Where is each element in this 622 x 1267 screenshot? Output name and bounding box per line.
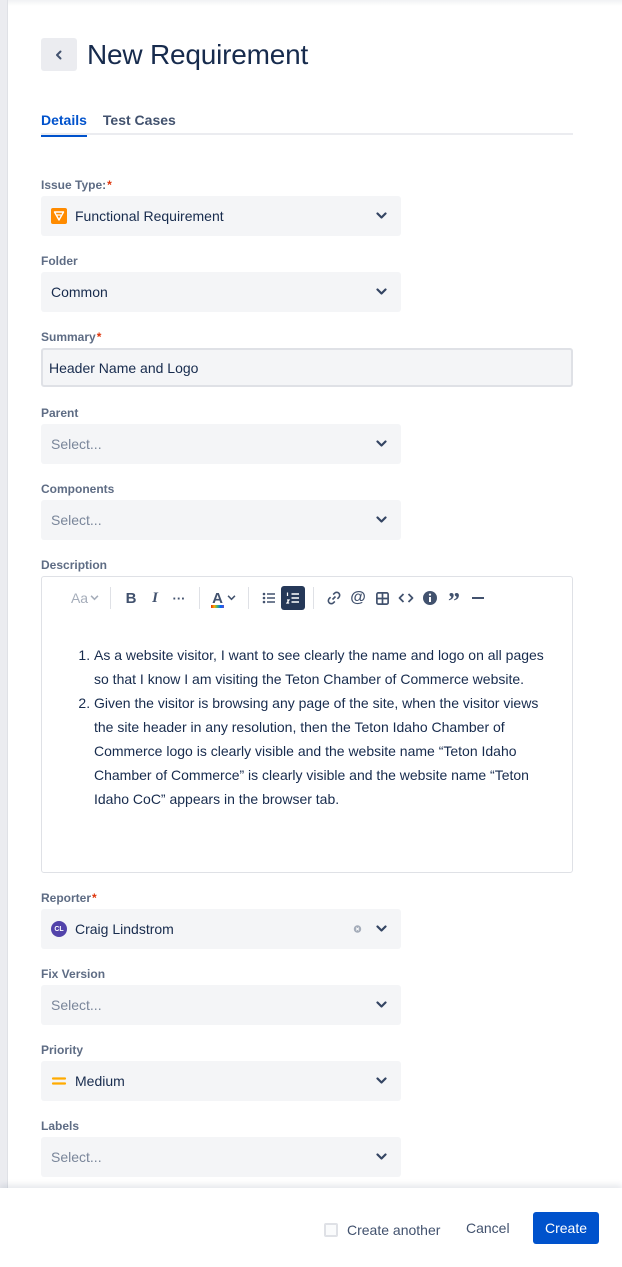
reporter-label: Reporter* [41, 891, 97, 905]
code-button[interactable] [394, 586, 418, 610]
labels-placeholder: Select... [51, 1149, 102, 1165]
chevron-down-icon [371, 510, 391, 530]
list-item: As a website visitor, I want to see clea… [94, 643, 548, 691]
toolbar-divider [248, 587, 249, 609]
folder-label: Folder [41, 254, 78, 268]
parent-select[interactable]: Select... [41, 424, 401, 464]
editor-toolbar: Aa B I ··· A @ ” [42, 577, 572, 619]
chevron-down-icon [90, 595, 99, 601]
priority-value: Medium [75, 1073, 125, 1089]
back-button[interactable] [41, 38, 77, 71]
chevron-left-icon [56, 50, 62, 59]
tab-details[interactable]: Details [41, 108, 87, 137]
at-sign-icon: @ [350, 589, 366, 606]
summary-input[interactable]: Header Name and Logo [41, 348, 573, 387]
dialog-footer: Create another Cancel Create [0, 1188, 622, 1267]
bold-button[interactable]: B [119, 586, 143, 610]
issue-type-value: Functional Requirement [75, 208, 224, 224]
toolbar-divider [110, 587, 111, 609]
chevron-down-icon [371, 1071, 391, 1091]
numbered-list: As a website visitor, I want to see clea… [60, 643, 548, 811]
horizontal-rule-icon [472, 597, 484, 599]
chevron-down-icon [371, 1147, 391, 1167]
toolbar-divider [199, 587, 200, 609]
table-icon [375, 591, 389, 605]
create-issue-form: New Requirement Details Test Cases Issue… [8, 0, 622, 1190]
link-button[interactable] [322, 586, 346, 610]
fix-version-select[interactable]: Select... [41, 985, 401, 1025]
tab-bar: Details Test Cases [41, 108, 573, 137]
numbered-list-icon [285, 592, 299, 604]
reporter-select[interactable]: CL Craig Lindstrom [41, 909, 401, 949]
code-icon [398, 593, 414, 603]
issue-type-select[interactable]: Functional Requirement [41, 196, 401, 236]
folder-value: Common [51, 284, 108, 300]
chevron-down-icon [371, 282, 391, 302]
required-mark: * [107, 178, 112, 192]
toolbar-divider [313, 587, 314, 609]
left-rail [0, 0, 8, 1190]
page-header: New Requirement [41, 38, 308, 71]
chevron-down-icon [371, 206, 391, 226]
text-color-button[interactable]: A [208, 586, 240, 610]
mention-button[interactable]: @ [346, 586, 370, 610]
components-select[interactable]: Select... [41, 500, 401, 540]
editor-content[interactable]: As a website visitor, I want to see clea… [42, 619, 572, 811]
link-icon [327, 591, 341, 605]
quote-icon: ” [448, 588, 460, 615]
text-style-button[interactable]: Aa [68, 586, 102, 610]
labels-label: Labels [41, 1119, 80, 1133]
quote-button[interactable]: ” [442, 586, 466, 615]
italic-button[interactable]: I [143, 586, 167, 610]
priority-label: Priority [41, 1043, 84, 1057]
create-another-label[interactable]: Create another [347, 1222, 440, 1238]
description-label: Description [41, 558, 108, 572]
numbered-list-button[interactable] [281, 586, 305, 610]
priority-medium-icon [51, 1073, 67, 1089]
create-button[interactable]: Create [533, 1212, 599, 1244]
table-button[interactable] [370, 586, 394, 610]
parent-placeholder: Select... [51, 436, 102, 452]
cancel-button[interactable]: Cancel [456, 1212, 520, 1244]
bullet-list-button[interactable] [257, 586, 281, 610]
clear-icon[interactable] [347, 919, 367, 939]
list-item: Given the visitor is browsing any page o… [94, 691, 548, 811]
chevron-down-icon [371, 919, 391, 939]
summary-label: Summary* [41, 330, 102, 344]
create-another-checkbox[interactable] [324, 1223, 338, 1237]
page-title: New Requirement [87, 38, 309, 70]
functional-requirement-icon [51, 208, 67, 224]
folder-select[interactable]: Common [41, 272, 401, 312]
fix-version-label: Fix Version [41, 967, 106, 981]
labels-select[interactable]: Select... [41, 1137, 401, 1177]
text-color-icon: A [211, 589, 224, 608]
components-label: Components [41, 482, 115, 496]
reporter-value: Craig Lindstrom [75, 921, 174, 937]
parent-label: Parent [41, 406, 79, 420]
divider-button[interactable] [466, 586, 490, 610]
fix-version-placeholder: Select... [51, 997, 102, 1013]
chevron-down-icon [371, 434, 391, 454]
required-mark: * [92, 891, 97, 905]
bullet-list-icon [262, 592, 275, 604]
info-panel-button[interactable] [418, 586, 442, 610]
priority-select[interactable]: Medium [41, 1061, 401, 1101]
description-editor[interactable]: Aa B I ··· A @ ” 1. As a website visitor… [41, 576, 573, 873]
required-mark: * [96, 330, 102, 344]
chevron-down-icon [371, 995, 391, 1015]
tab-test-cases[interactable]: Test Cases [103, 108, 176, 135]
issue-type-label: Issue Type:* [41, 178, 112, 192]
avatar: CL [51, 921, 67, 937]
components-placeholder: Select... [51, 512, 102, 528]
info-icon [423, 591, 437, 605]
more-formatting-button[interactable]: ··· [167, 586, 191, 610]
chevron-down-icon [227, 595, 236, 601]
